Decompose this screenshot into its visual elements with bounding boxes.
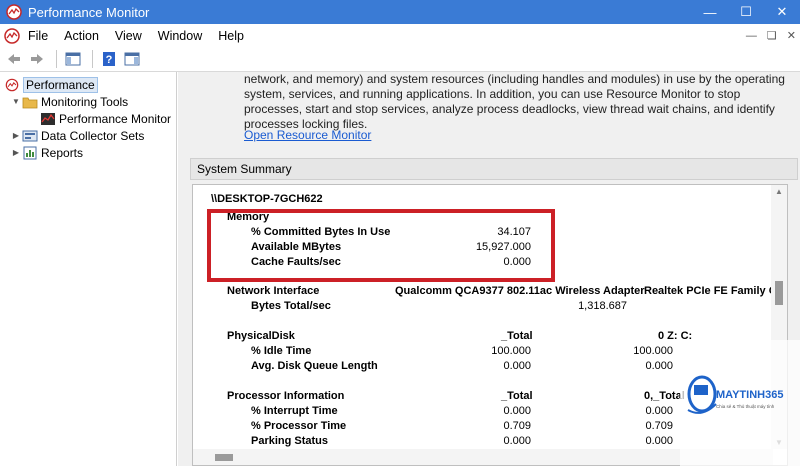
close-button[interactable]: ✕ <box>764 0 800 24</box>
svg-text:MAYTINH365: MAYTINH365 <box>716 389 783 401</box>
menu-action[interactable]: Action <box>64 29 99 43</box>
processor-time-value-2: 0.709 <box>645 420 673 432</box>
show-hide-console-tree-button[interactable] <box>63 49 83 69</box>
data-collector-icon <box>22 130 38 141</box>
mdi-close-icon[interactable]: ✕ <box>787 29 796 42</box>
scroll-up-icon[interactable]: ▲ <box>771 187 787 196</box>
idle-time-value-2: 100.000 <box>633 345 673 357</box>
maytinh365-logo: MAYTINH365 Chia sẻ & Thủ thuật máy tính <box>687 375 783 414</box>
title-bar: Performance Monitor — ☐ ✕ <box>0 0 800 24</box>
network-adapter-1: Qualcomm QCA9377 802.11ac Wireless Adapt… <box>395 285 645 297</box>
interrupt-time-value-2: 0.000 <box>645 405 673 417</box>
processor-time-value-1: 0.709 <box>503 420 531 432</box>
minimize-button[interactable]: — <box>692 0 728 24</box>
performance-icon <box>5 78 19 91</box>
maytinh365-watermark: MAYTINH365 Chia sẻ & Thủ thuật máy tính <box>680 340 800 466</box>
tree-label: Monitoring Tools <box>41 94 129 109</box>
mdi-controls: — ❏ ✕ <box>746 24 796 47</box>
menu-view[interactable]: View <box>115 29 142 43</box>
parking-status-value-1: 0.000 <box>503 435 531 447</box>
parking-status-label: Parking Status <box>251 435 329 447</box>
bytes-total-value: 1,318.687 <box>578 300 627 312</box>
chart-icon <box>41 112 55 125</box>
tree-label: Performance Monitor <box>59 111 172 126</box>
tree-label: Data Collector Sets <box>41 128 145 143</box>
console-tree: Performance ▼ Monitoring Tools Performan… <box>0 72 177 466</box>
performance-monitor-icon <box>6 4 22 20</box>
tree-label: Reports <box>41 145 84 160</box>
disk-col-total: _Total <box>501 330 533 342</box>
disk-queue-value-2: 0.000 <box>645 360 673 372</box>
physical-disk-label: PhysicalDisk <box>227 330 295 342</box>
help-button[interactable]: ? <box>99 49 119 69</box>
network-adapter-2: Realtek PCIe FE Family Con <box>644 285 773 297</box>
back-button[interactable] <box>4 49 24 69</box>
overview-text: network, and memory) and system resource… <box>244 72 785 131</box>
collapse-arrow-icon[interactable]: ▼ <box>10 97 22 106</box>
back-arrow-icon <box>8 54 20 64</box>
show-hide-action-pane-button[interactable] <box>122 49 142 69</box>
svg-text:Chia sẻ & Thủ thuật máy tính: Chia sẻ & Thủ thuật máy tính <box>716 403 775 409</box>
tree-item-data-collector-sets[interactable]: ▶ Data Collector Sets <box>0 127 176 144</box>
folder-icon <box>22 97 38 108</box>
mdi-minimize-icon[interactable]: — <box>746 30 757 42</box>
window-title: Performance Monitor <box>28 4 150 20</box>
processor-col-total: _Total <box>501 390 533 402</box>
menu-bar: File Action View Window Help — ❏ ✕ <box>0 24 800 47</box>
scrollbar-thumb[interactable] <box>775 281 783 305</box>
idle-time-label: % Idle Time <box>251 345 312 357</box>
console-tree-icon <box>65 52 81 66</box>
processor-information-label: Processor Information <box>227 390 345 402</box>
interrupt-time-label: % Interrupt Time <box>251 405 338 417</box>
interrupt-time-value-1: 0.000 <box>503 405 531 417</box>
window-controls: — ☐ ✕ <box>692 0 800 24</box>
disk-queue-label: Avg. Disk Queue Length <box>251 360 378 372</box>
forward-arrow-icon <box>31 54 43 64</box>
action-pane-icon <box>124 52 140 66</box>
bytes-total-label: Bytes Total/sec <box>251 300 331 312</box>
menu-window[interactable]: Window <box>158 29 202 43</box>
computer-name: \\DESKTOP-7GCH622 <box>211 193 323 205</box>
disk-queue-value-1: 0.000 <box>503 360 531 372</box>
svg-text:?: ? <box>106 54 113 66</box>
menu-file[interactable]: File <box>28 29 48 43</box>
help-icon: ? <box>103 52 115 66</box>
forward-button[interactable] <box>27 49 47 69</box>
memory-highlight-box <box>207 209 555 282</box>
system-summary-header[interactable]: System Summary <box>190 158 798 180</box>
scrollbar-thumb[interactable] <box>215 454 233 461</box>
tree-item-performance-monitor[interactable]: Performance Monitor <box>0 110 176 127</box>
processor-col-2: 0,_Total <box>644 390 685 402</box>
toolbar-separator <box>92 50 93 68</box>
tree-item-reports[interactable]: ▶ Reports <box>0 144 176 161</box>
idle-time-value-1: 100.000 <box>491 345 531 357</box>
expand-arrow-icon[interactable]: ▶ <box>10 131 22 140</box>
mdi-restore-icon[interactable]: ❏ <box>767 29 777 42</box>
expand-arrow-icon[interactable]: ▶ <box>10 148 22 157</box>
open-resource-monitor-link[interactable]: Open Resource Monitor <box>244 128 371 142</box>
processor-time-label: % Processor Time <box>251 420 347 432</box>
system-menu-icon[interactable] <box>4 27 20 44</box>
network-interface-label: Network Interface <box>227 285 320 297</box>
maximize-button[interactable]: ☐ <box>728 0 764 24</box>
menu-help[interactable]: Help <box>218 29 244 43</box>
reports-icon <box>23 146 37 159</box>
tree-label: Performance <box>23 76 98 93</box>
system-summary-title: System Summary <box>197 162 292 176</box>
toolbar-separator <box>56 50 57 68</box>
tree-item-performance[interactable]: Performance <box>0 76 176 93</box>
parking-status-value-2: 0.000 <box>645 435 673 447</box>
toolbar: ? <box>0 47 800 72</box>
tree-item-monitoring-tools[interactable]: ▼ Monitoring Tools <box>0 93 176 110</box>
